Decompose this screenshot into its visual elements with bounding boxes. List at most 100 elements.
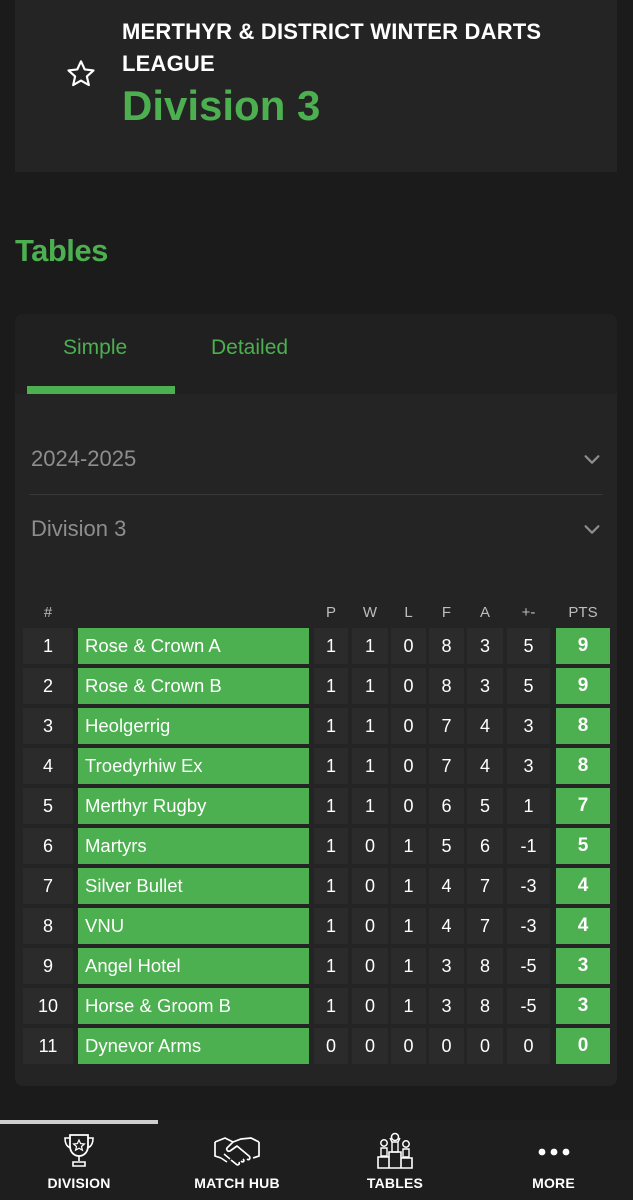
division-select[interactable]: Division 3 bbox=[29, 494, 603, 564]
table-row[interactable]: 6 Martyrs 1 0 1 5 6 -1 5 bbox=[23, 828, 610, 864]
nav-match-hub-label: MATCH HUB bbox=[194, 1175, 280, 1191]
against-cell: 7 bbox=[467, 868, 503, 904]
won-cell: 0 bbox=[352, 948, 388, 984]
played-cell: 1 bbox=[314, 668, 348, 704]
lost-cell: 1 bbox=[391, 948, 426, 984]
played-cell: 1 bbox=[314, 748, 348, 784]
team-name-cell[interactable]: Rose & Crown B bbox=[78, 668, 309, 704]
won-cell: 1 bbox=[352, 628, 388, 664]
table-row[interactable]: 3 Heolgerrig 1 1 0 7 4 3 8 bbox=[23, 708, 610, 744]
col-header-won: W bbox=[362, 604, 378, 621]
col-header-played: P bbox=[325, 604, 336, 621]
tab-bar: Simple Detailed bbox=[15, 314, 617, 394]
team-name-cell[interactable]: Martyrs bbox=[78, 828, 309, 864]
difference-cell: 3 bbox=[507, 748, 550, 784]
podium-icon bbox=[377, 1132, 413, 1169]
points-cell: 4 bbox=[556, 868, 610, 904]
table-row[interactable]: 8 VNU 1 0 1 4 7 -3 4 bbox=[23, 908, 610, 944]
chevron-down-icon bbox=[584, 455, 600, 464]
for-cell: 7 bbox=[429, 748, 464, 784]
against-cell: 4 bbox=[467, 708, 503, 744]
section-title: Tables bbox=[15, 233, 108, 268]
difference-cell: -3 bbox=[507, 908, 550, 944]
won-cell: 1 bbox=[352, 788, 388, 824]
position-cell: 4 bbox=[23, 748, 73, 784]
for-cell: 7 bbox=[429, 708, 464, 744]
points-cell: 7 bbox=[556, 788, 610, 824]
points-cell: 9 bbox=[556, 628, 610, 664]
points-cell: 3 bbox=[556, 948, 610, 984]
lost-cell: 1 bbox=[391, 988, 426, 1024]
team-name-cell[interactable]: Dynevor Arms bbox=[78, 1028, 309, 1064]
star-outline-icon[interactable] bbox=[65, 58, 97, 90]
lost-cell: 0 bbox=[391, 1028, 426, 1064]
difference-cell: -5 bbox=[507, 948, 550, 984]
difference-cell: -5 bbox=[507, 988, 550, 1024]
col-header-points: PTS bbox=[568, 604, 598, 621]
lost-cell: 0 bbox=[391, 628, 426, 664]
team-name-cell[interactable]: Heolgerrig bbox=[78, 708, 309, 744]
position-cell: 11 bbox=[23, 1028, 73, 1064]
nav-division[interactable]: DIVISION bbox=[0, 1120, 158, 1200]
table-row[interactable]: 10 Horse & Groom B 1 0 1 3 8 -5 3 bbox=[23, 988, 610, 1024]
table-row[interactable]: 7 Silver Bullet 1 0 1 4 7 -3 4 bbox=[23, 868, 610, 904]
won-cell: 0 bbox=[352, 828, 388, 864]
position-cell: 1 bbox=[23, 628, 73, 664]
league-name: MERTHYR & DISTRICT WINTER DARTS LEAGUE bbox=[122, 19, 542, 76]
won-cell: 1 bbox=[352, 668, 388, 704]
for-cell: 4 bbox=[429, 908, 464, 944]
nav-division-label: DIVISION bbox=[47, 1175, 111, 1191]
won-cell: 1 bbox=[352, 748, 388, 784]
position-cell: 10 bbox=[23, 988, 73, 1024]
table-row[interactable]: 4 Troedyrhiw Ex 1 1 0 7 4 3 8 bbox=[23, 748, 610, 784]
col-header-for: F bbox=[441, 604, 452, 621]
col-header-against: A bbox=[479, 604, 490, 621]
position-cell: 8 bbox=[23, 908, 73, 944]
team-name-cell[interactable]: Horse & Groom B bbox=[78, 988, 309, 1024]
for-cell: 4 bbox=[429, 868, 464, 904]
team-name-cell[interactable]: Merthyr Rugby bbox=[78, 788, 309, 824]
position-cell: 9 bbox=[23, 948, 73, 984]
bottom-navigation: DIVISION MATCH HUB TABLES MORE bbox=[0, 1120, 633, 1200]
lost-cell: 1 bbox=[391, 828, 426, 864]
difference-cell: 3 bbox=[507, 708, 550, 744]
team-name-cell[interactable]: Troedyrhiw Ex bbox=[78, 748, 309, 784]
played-cell: 1 bbox=[314, 868, 348, 904]
played-cell: 0 bbox=[314, 1028, 348, 1064]
team-name-cell[interactable]: Silver Bullet bbox=[78, 868, 309, 904]
nav-tables-label: TABLES bbox=[366, 1175, 424, 1191]
table-row[interactable]: 2 Rose & Crown B 1 1 0 8 3 5 9 bbox=[23, 668, 610, 704]
against-cell: 8 bbox=[467, 948, 503, 984]
table-row[interactable]: 11 Dynevor Arms 0 0 0 0 0 0 0 bbox=[23, 1028, 610, 1064]
nav-tables[interactable]: TABLES bbox=[316, 1120, 474, 1200]
team-name-cell[interactable]: Angel Hotel bbox=[78, 948, 309, 984]
nav-more[interactable]: MORE bbox=[474, 1120, 633, 1200]
position-cell: 2 bbox=[23, 668, 73, 704]
nav-match-hub[interactable]: MATCH HUB bbox=[158, 1120, 316, 1200]
tab-simple[interactable]: Simple bbox=[63, 336, 127, 360]
position-cell: 3 bbox=[23, 708, 73, 744]
against-cell: 5 bbox=[467, 788, 503, 824]
won-cell: 0 bbox=[352, 1028, 388, 1064]
col-header-difference: +- bbox=[521, 604, 536, 621]
lost-cell: 1 bbox=[391, 868, 426, 904]
played-cell: 1 bbox=[314, 908, 348, 944]
table-row[interactable]: 9 Angel Hotel 1 0 1 3 8 -5 3 bbox=[23, 948, 610, 984]
handshake-icon bbox=[214, 1137, 260, 1166]
tab-detailed[interactable]: Detailed bbox=[211, 336, 288, 360]
against-cell: 3 bbox=[467, 628, 503, 664]
col-header-lost: L bbox=[404, 604, 413, 621]
played-cell: 1 bbox=[314, 828, 348, 864]
season-select[interactable]: 2024-2025 bbox=[29, 424, 603, 495]
season-select-value: 2024-2025 bbox=[31, 446, 137, 471]
position-cell: 5 bbox=[23, 788, 73, 824]
played-cell: 1 bbox=[314, 628, 348, 664]
table-row[interactable]: 5 Merthyr Rugby 1 1 0 6 5 1 7 bbox=[23, 788, 610, 824]
team-name-cell[interactable]: Rose & Crown A bbox=[78, 628, 309, 664]
team-name-cell[interactable]: VNU bbox=[78, 908, 309, 944]
col-header-position: # bbox=[43, 604, 53, 621]
points-cell: 0 bbox=[556, 1028, 610, 1064]
points-cell: 5 bbox=[556, 828, 610, 864]
for-cell: 3 bbox=[429, 948, 464, 984]
table-row[interactable]: 1 Rose & Crown A 1 1 0 8 3 5 9 bbox=[23, 628, 610, 664]
